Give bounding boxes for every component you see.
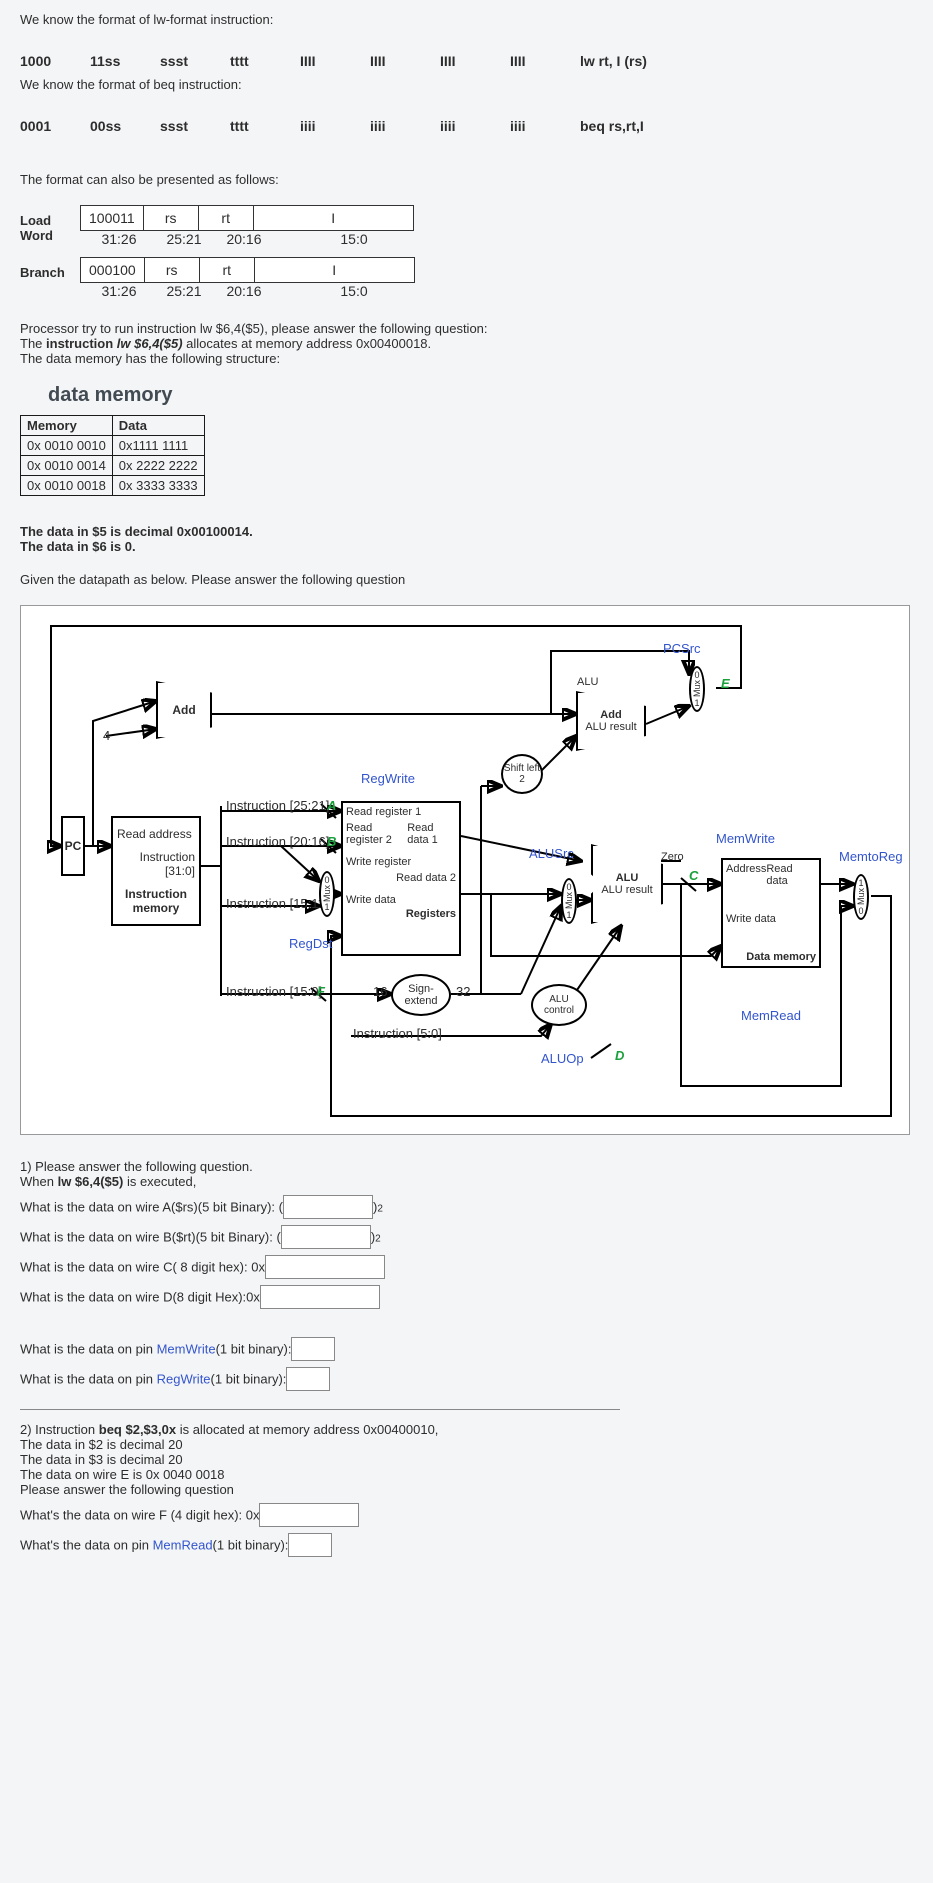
- alusrc-label: ALUSrc: [529, 846, 574, 861]
- question-1: 1) Please answer the following question.…: [20, 1159, 913, 1391]
- input-memread[interactable]: [288, 1533, 332, 1557]
- lw-format-row: 100011ssssstttttIIIIIIIIIIIIIIIIlw rt, I…: [20, 45, 913, 77]
- load-word-format: Load Word 100011rsrtI 31:2625:2120:1615:…: [20, 205, 913, 247]
- input-wire-a[interactable]: [283, 1195, 373, 1219]
- memtoreg-label: MemtoReg: [839, 849, 903, 864]
- data-memory-table: MemoryData 0x 0010 00100x1111 1111 0x 00…: [20, 415, 205, 496]
- mux-pcsrc: 0Mux1: [689, 666, 705, 712]
- given-block: The data in $5 is decimal 0x00100014. Th…: [20, 524, 913, 587]
- mux-alusrc: 0Mux1: [561, 878, 577, 924]
- input-regwrite[interactable]: [286, 1367, 330, 1391]
- regdst-label: RegDst: [289, 936, 332, 951]
- memread-label: MemRead: [741, 1008, 801, 1023]
- lw-format-header: We know the format of lw-format instruct…: [20, 12, 913, 27]
- lbl-32: 32: [456, 984, 470, 999]
- pc-block: PC: [61, 816, 85, 876]
- input-wire-b[interactable]: [281, 1225, 371, 1249]
- zero-label: Zero: [661, 851, 684, 863]
- input-wire-f[interactable]: [259, 1503, 359, 1527]
- divider: [20, 1409, 620, 1410]
- marker-c: C: [689, 868, 698, 883]
- marker-e: E: [721, 676, 730, 691]
- mux-memtoreg: 1Mux0: [853, 874, 869, 920]
- mux-regdst: 0Mux1: [319, 871, 335, 917]
- regwrite-label: RegWrite: [361, 771, 415, 786]
- beq-format-row: 000100ssssstttttiiiiiiiiiiiiiiiibeq rs,r…: [20, 110, 913, 142]
- registers-block: Read register 1 Read register 2Read data…: [341, 801, 461, 956]
- beq-format-header: We know the format of beq instruction:: [20, 77, 913, 92]
- lbl-i50: Instruction [5:0]: [353, 1026, 442, 1041]
- marker-f: F: [317, 984, 325, 999]
- input-memwrite[interactable]: [291, 1337, 335, 1361]
- processor-intro: Processor try to run instruction lw $6,4…: [20, 321, 913, 366]
- lbl-i2521: Instruction [25:21]: [226, 798, 329, 813]
- data-memory-title: data memory: [48, 384, 913, 407]
- lbl-i1511: Instruction [15:11]: [226, 896, 328, 911]
- input-wire-c[interactable]: [265, 1255, 385, 1279]
- shift-left-2: Shift left 2: [501, 754, 543, 794]
- four-label: 4: [103, 728, 110, 743]
- lbl-i150: Instruction [15:0]: [226, 984, 322, 999]
- input-wire-d[interactable]: [260, 1285, 380, 1309]
- marker-a: A: [327, 798, 336, 813]
- alu-control: ALU control: [531, 984, 587, 1026]
- format-presented-header: The format can also be presented as foll…: [20, 172, 913, 187]
- marker-d: D: [615, 1048, 624, 1063]
- pcsrc-label: PCSrc: [663, 641, 701, 656]
- alu-add-prefix: ALU: [577, 676, 598, 688]
- branch-format: Branch 000100rsrtI 31:2625:2120:1615:0: [20, 257, 913, 299]
- data-memory-block: AddressRead data Write data Data memory: [721, 858, 821, 968]
- aluop-label: ALUOp: [541, 1051, 584, 1066]
- lbl-i2016: Instruction [20:16]: [226, 834, 329, 849]
- lbl-16: 16: [373, 984, 387, 999]
- marker-b: B: [327, 834, 336, 849]
- instruction-memory: Read address Instruction [31:0] Instruct…: [111, 816, 201, 926]
- question-2: 2) Instruction beq $2,$3,0x is allocated…: [20, 1422, 913, 1557]
- datapath-diagram: PC Add 4 Read address Instruction [31:0]…: [20, 605, 910, 1135]
- sign-extend: Sign-extend: [391, 974, 451, 1016]
- memwrite-label: MemWrite: [716, 831, 775, 846]
